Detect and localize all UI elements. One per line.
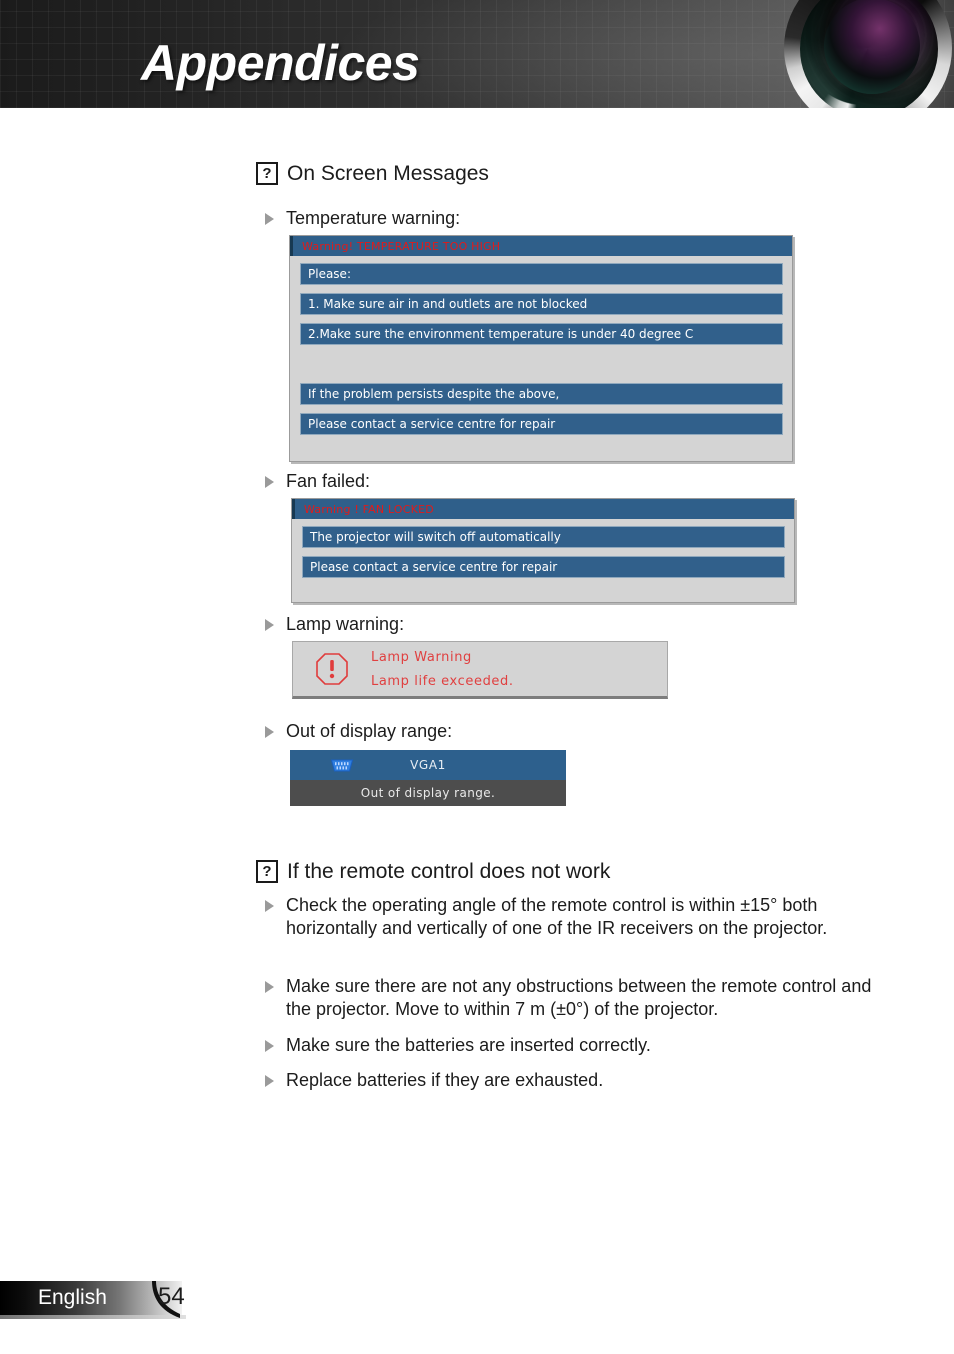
osd-row: Please:: [300, 263, 783, 285]
list-item-label: Replace batteries if they are exhausted.: [286, 1070, 604, 1090]
question-mark-icon: ?: [256, 860, 278, 883]
triangle-bullet-icon: [265, 900, 274, 912]
list-item: Fan failed:: [265, 470, 370, 493]
camera-lens-graphic: [776, 0, 954, 108]
osd-row: The projector will switch off automatica…: [302, 526, 785, 548]
triangle-bullet-icon: [265, 1075, 274, 1087]
osd-row: Please contact a service centre for repa…: [300, 413, 783, 435]
vga-connector-icon: [330, 759, 354, 772]
list-item: Make sure there are not any obstructions…: [265, 975, 890, 1021]
osd-row: If the problem persists despite the abov…: [300, 383, 783, 405]
list-item: Lamp warning:: [265, 613, 404, 636]
section-title: If the remote control does not work: [287, 860, 611, 883]
question-mark-icon: ?: [256, 162, 278, 185]
osd-source-bar: VGA1: [290, 750, 566, 780]
lamp-warning-title: Lamp Warning: [371, 649, 472, 665]
osd-titlebar: Warning! TEMPERATURE TOO HIGH: [290, 236, 792, 256]
warning-exclamation-icon: [315, 652, 349, 686]
osd-title-text: Warning! TEMPERATURE TOO HIGH: [302, 239, 501, 253]
list-item-label: Make sure there are not any obstructions…: [286, 976, 872, 1019]
list-item: Out of display range:: [265, 720, 452, 743]
list-item: Temperature warning:: [265, 207, 460, 230]
osd-row: Please contact a service centre for repa…: [302, 556, 785, 578]
triangle-bullet-icon: [265, 1040, 274, 1052]
triangle-bullet-icon: [265, 981, 274, 993]
lamp-warning-message: Lamp life exceeded.: [371, 673, 514, 689]
list-item-label: Make sure the batteries are inserted cor…: [286, 1035, 651, 1055]
list-item: Replace batteries if they are exhausted.: [265, 1069, 890, 1092]
triangle-bullet-icon: [265, 619, 274, 631]
osd-titlebar: Warning ! FAN LOCKED: [292, 499, 794, 519]
list-item: Check the operating angle of the remote …: [265, 894, 865, 940]
section-heading-remote-control: ? If the remote control does not work: [256, 860, 610, 883]
list-item-label: Out of display range:: [286, 721, 453, 741]
osd-row: 2.Make sure the environment temperature …: [300, 323, 783, 345]
osd-body: The projector will switch off automatica…: [292, 519, 794, 595]
list-item: Make sure the batteries are inserted cor…: [265, 1034, 890, 1057]
list-item-label: Fan failed:: [286, 471, 371, 491]
osd-range-message: Out of display range.: [290, 780, 566, 806]
osd-row-spacer: [300, 353, 783, 375]
osd-body: Please: 1. Make sure air in and outlets …: [290, 256, 792, 452]
list-item-label: Temperature warning:: [286, 208, 461, 228]
triangle-bullet-icon: [265, 726, 274, 738]
list-item-label: Check the operating angle of the remote …: [286, 895, 828, 938]
triangle-bullet-icon: [265, 213, 274, 225]
list-item-label: Lamp warning:: [286, 614, 405, 634]
osd-dialog-lamp-warning: Lamp Warning Lamp life exceeded.: [292, 641, 668, 699]
page-header: Appendices: [0, 0, 954, 108]
triangle-bullet-icon: [265, 476, 274, 488]
osd-title-text: Warning ! FAN LOCKED: [304, 502, 434, 516]
osd-dialog-fan-locked: Warning ! FAN LOCKED The projector will …: [291, 498, 795, 603]
section-heading-on-screen-messages: ? On Screen Messages: [256, 162, 489, 185]
osd-dialog-out-of-range: VGA1 Out of display range.: [290, 750, 566, 806]
page-footer: English 54: [0, 1281, 260, 1321]
section-title: On Screen Messages: [287, 162, 489, 185]
page-number: 54: [158, 1283, 185, 1310]
lamp-warning-text: Lamp Warning Lamp life exceeded.: [371, 651, 514, 688]
osd-dialog-temperature-warning: Warning! TEMPERATURE TOO HIGH Please: 1.…: [289, 235, 793, 462]
footer-language-label: English: [38, 1286, 107, 1309]
page-title: Appendices: [141, 35, 420, 91]
osd-row: 1. Make sure air in and outlets are not …: [300, 293, 783, 315]
